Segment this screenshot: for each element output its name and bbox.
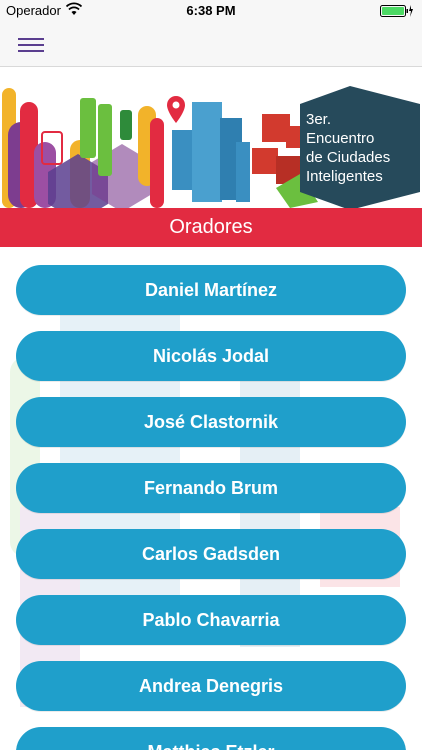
speaker-button[interactable]: Nicolás Jodal [16,331,406,381]
hamburger-icon[interactable] [18,34,44,54]
banner-title-line: de Ciudades [306,149,391,166]
banner-title-line: Encuentro [306,130,375,147]
speaker-button[interactable]: José Clastornik [16,397,406,447]
speaker-button[interactable]: Fernando Brum [16,463,406,513]
speaker-button[interactable]: Daniel Martínez [16,265,406,315]
speaker-button[interactable]: Matthias Etzler [16,727,406,750]
status-bar: Operador 6:38 PM [0,0,422,22]
clock: 6:38 PM [186,3,236,18]
battery-icon [380,4,414,18]
speaker-list: Daniel Martínez Nicolás Jodal José Clast… [0,247,422,750]
section-title: Oradores [0,208,422,247]
banner-title-line: Inteligentes [306,168,383,185]
speaker-button[interactable]: Pablo Chavarria [16,595,406,645]
banner-title-line: 3er. [306,111,332,128]
event-banner: 3er. Encuentro de Ciudades Inteligentes [0,82,422,208]
speaker-button[interactable]: Andrea Denegris [16,661,406,711]
speaker-button[interactable]: Carlos Gadsden [16,529,406,579]
banner-title: 3er. Encuentro de Ciudades Inteligentes [306,110,416,186]
navigation-bar [0,22,422,67]
